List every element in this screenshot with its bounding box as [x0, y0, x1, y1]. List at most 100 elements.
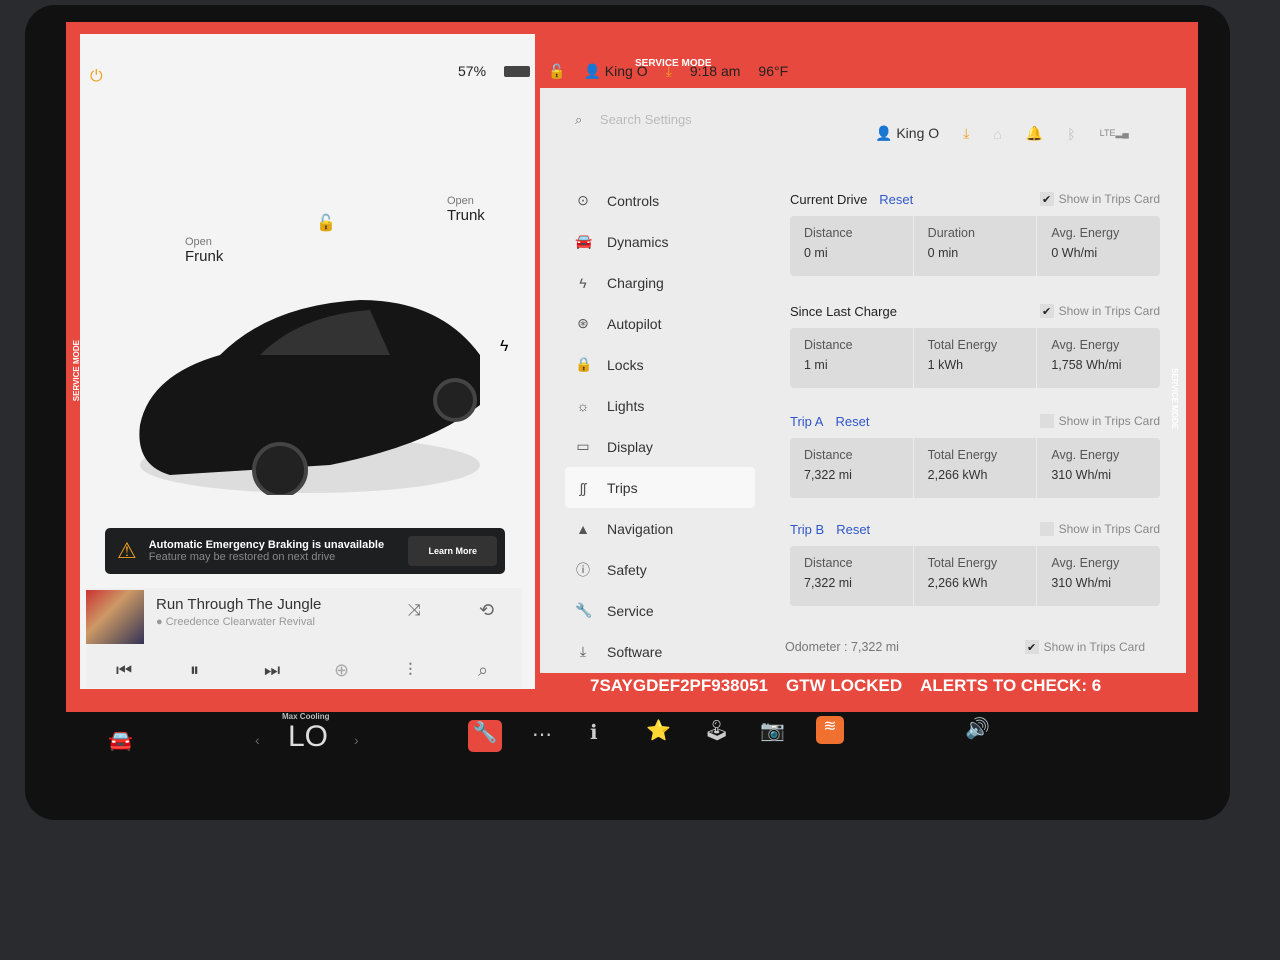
service-mode-side-right: SERVICE MODE: [1170, 368, 1179, 430]
alert-title: Automatic Emergency Braking is unavailab…: [148, 539, 385, 551]
previous-track-icon[interactable]: ⏮: [116, 660, 132, 681]
menu-label: Safety: [607, 561, 647, 578]
add-icon[interactable]: ⊕: [334, 660, 349, 681]
show-in-trips-checkbox[interactable]: ✔ Show in Trips Card: [1039, 304, 1160, 318]
stat-value: 0 min: [927, 246, 959, 260]
bluetooth-icon[interactable]: ᛒ: [1067, 126, 1075, 142]
next-track-icon[interactable]: ⏭: [264, 660, 280, 681]
menu-label: Software: [607, 643, 663, 660]
checkbox-box: [1039, 522, 1054, 536]
climate-temp[interactable]: LO: [288, 720, 328, 754]
stat-cell: Distance 1 mi: [790, 328, 914, 388]
stat-cell: Avg. Energy 310 Wh/mi: [1037, 546, 1160, 606]
trips-icon: ʃʃ: [579, 479, 587, 496]
download-icon[interactable]: ⤓: [666, 63, 672, 80]
menu-label: Autopilot: [607, 315, 662, 332]
stat-cell: Distance 7,322 mi: [790, 546, 914, 606]
pause-icon[interactable]: ⏸: [190, 660, 199, 681]
menu-item-safety[interactable]: ⓘ Safety: [565, 549, 755, 590]
temp-down-chevron-icon[interactable]: ‹: [255, 732, 260, 748]
more-icon[interactable]: ⋯: [532, 722, 552, 747]
stat-value: 1 kWh: [927, 358, 964, 372]
home-icon[interactable]: ⌂: [993, 126, 1001, 142]
settings-header: 👤 King O ⤓ ⌂ 🔔 ᛒ LTE▂▄: [875, 125, 1129, 142]
repeat-icon[interactable]: ⟲: [479, 600, 494, 621]
charge-port-icon[interactable]: ϟ: [500, 338, 508, 356]
show-in-trips-checkbox[interactable]: Show in Trips Card: [1039, 522, 1160, 536]
check-icon: ✔: [1039, 304, 1054, 318]
shuffle-icon[interactable]: ⤨: [408, 602, 421, 620]
menu-label: Display: [607, 438, 653, 455]
lock-icon[interactable]: 🔓: [548, 63, 565, 80]
checkbox-box: [1039, 414, 1054, 428]
arcade-joystick-icon[interactable]: 🕹: [704, 718, 729, 743]
show-in-trips-checkbox[interactable]: ✔ Show in Trips Card: [1024, 640, 1145, 654]
checkbox-label: Show in Trips Card: [1058, 192, 1160, 206]
equalizer-icon[interactable]: ⫶: [408, 660, 413, 681]
stat-label: Avg. Energy: [1051, 448, 1120, 462]
show-in-trips-checkbox[interactable]: ✔ Show in Trips Card: [1039, 192, 1160, 206]
dashcam-icon[interactable]: 📷: [760, 718, 785, 743]
open-trunk-button[interactable]: Open Trunk: [447, 195, 485, 224]
audio-app-icon[interactable]: ≋: [816, 716, 844, 744]
open-frunk-button[interactable]: Open Frunk: [185, 236, 223, 265]
artist-name: Creedence Clearwater Revival: [165, 616, 315, 628]
open-label: Open: [447, 195, 474, 207]
menu-item-controls[interactable]: ⊙ Controls: [565, 180, 755, 221]
stat-value: 0 mi: [804, 246, 828, 260]
stat-cell: Avg. Energy 1,758 Wh/mi: [1037, 328, 1160, 388]
search-input[interactable]: Search Settings: [600, 112, 692, 127]
stat-value: 7,322 mi: [804, 468, 852, 482]
menu-item-display[interactable]: ▭ Display: [565, 426, 755, 467]
car-lock-icon[interactable]: 🔓: [316, 213, 336, 233]
battery-percent: 57%: [458, 63, 487, 79]
lock-icon: 🔒: [575, 356, 593, 372]
stat-label: Distance: [804, 448, 853, 462]
power-icon[interactable]: ⏻: [90, 68, 103, 86]
check-icon: ✔: [1039, 192, 1054, 206]
settings-menu: ⊙ Controls 🚘 Dynamics ϟ Charging ⊛ Autopilot…: [565, 180, 755, 672]
owners-manual-icon[interactable]: ℹ: [590, 720, 598, 745]
profile-button-settings[interactable]: 👤 King O: [875, 125, 939, 142]
toybox-icon[interactable]: ⭐: [646, 718, 671, 743]
profile-button[interactable]: 👤 King O: [583, 63, 647, 80]
stat-cell: Total Energy 2,266 kWh: [914, 438, 1038, 498]
taskbar: 🚘 ‹ Max Cooling LO › 🔧 ⋯ ℹ ⭐ 🕹 📷 ≋ 🔊: [80, 712, 1190, 772]
service-mode-side-left: SERVICE MODE: [72, 340, 81, 402]
menu-item-lights[interactable]: ☼ Lights: [565, 385, 755, 426]
menu-item-software[interactable]: ⤓ Software: [565, 631, 755, 672]
stat-cell: Duration 0 min: [914, 216, 1038, 276]
menu-item-service[interactable]: 🔧 Service: [565, 590, 755, 631]
profile-name: King O: [896, 125, 940, 141]
menu-item-trips[interactable]: ʃʃ Trips: [565, 467, 755, 508]
clock: 9:18 am: [689, 63, 741, 79]
show-in-trips-checkbox[interactable]: Show in Trips Card: [1039, 414, 1160, 428]
stat-cell: Distance 0 mi: [790, 216, 914, 276]
menu-item-dynamics[interactable]: 🚘 Dynamics: [565, 221, 755, 262]
reset-button[interactable]: Reset: [836, 522, 870, 537]
lte-signal-icon: LTE▂▄: [1099, 128, 1129, 138]
volume-icon[interactable]: 🔊: [965, 716, 990, 741]
wrench-icon: 🔧: [575, 602, 593, 618]
menu-item-charging[interactable]: ϟ Charging: [565, 262, 755, 303]
stat-label: Distance: [804, 226, 853, 240]
car-icon[interactable]: 🚘: [108, 728, 133, 753]
vin: 7SAYGDEF2PF938051: [590, 676, 768, 695]
search-icon[interactable]: ⌕: [478, 660, 488, 681]
menu-item-navigation[interactable]: ▲ Navigation: [565, 508, 755, 549]
download-icon[interactable]: ⤓: [963, 125, 969, 142]
safety-icon: ⓘ: [576, 561, 590, 578]
temp-up-chevron-icon[interactable]: ›: [354, 732, 359, 748]
section-title: Trip A: [790, 413, 824, 429]
reset-button[interactable]: Reset: [879, 192, 913, 207]
menu-item-locks[interactable]: 🔒 Locks: [565, 344, 755, 385]
stat-label: Duration: [927, 226, 975, 240]
open-label: Open: [185, 236, 212, 248]
menu-item-autopilot[interactable]: ⊛ Autopilot: [565, 303, 755, 344]
bell-icon[interactable]: 🔔: [1026, 125, 1043, 142]
learn-more-button[interactable]: Learn More: [408, 536, 497, 566]
search-settings[interactable]: ⌕ Search Settings: [575, 112, 692, 128]
car-model-image: [139, 300, 480, 495]
reset-button[interactable]: Reset: [835, 414, 869, 429]
service-wrench-icon[interactable]: 🔧: [468, 720, 502, 752]
